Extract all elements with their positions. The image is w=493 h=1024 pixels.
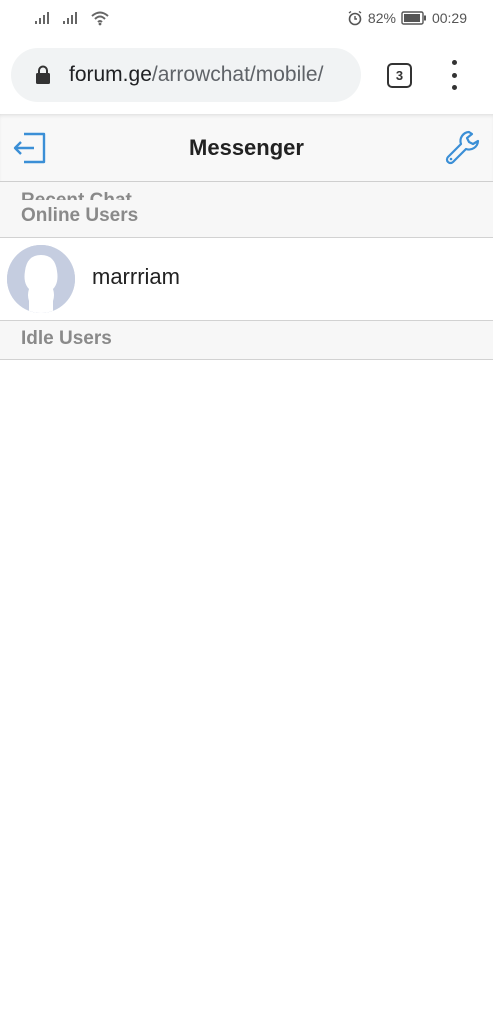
idle-users-label: Idle Users <box>21 328 112 349</box>
cell-signal-2-icon <box>63 12 77 24</box>
section-header-online: Recent Chat Online Users <box>0 182 493 238</box>
status-left <box>34 10 110 26</box>
tab-switcher-button[interactable]: 3 <box>387 63 412 88</box>
default-avatar-icon <box>7 245 75 313</box>
address-bar[interactable]: forum.ge/arrowchat/mobile/ <box>11 48 361 102</box>
user-name: marrriam <box>92 264 180 289</box>
status-right: 82% 00:29 <box>347 10 467 26</box>
browser-menu-button[interactable] <box>443 60 465 90</box>
url-host: forum.ge <box>69 63 152 86</box>
alarm-icon <box>348 10 362 26</box>
avatar <box>7 245 75 313</box>
browser-toolbar: forum.ge/arrowchat/mobile/ 3 <box>0 36 493 114</box>
section-header-idle: Idle Users <box>0 321 493 360</box>
lock-icon <box>36 65 50 84</box>
url-path: /arrowchat/mobile/ <box>151 63 324 86</box>
list-item[interactable]: marrriam <box>0 238 493 321</box>
cell-signal-icon <box>35 12 49 24</box>
battery-icon <box>401 11 426 25</box>
exit-icon[interactable] <box>12 131 48 165</box>
menu-dot-icon <box>451 85 457 90</box>
status-bar: 82% 00:29 <box>0 0 493 36</box>
clock: 00:29 <box>431 10 467 26</box>
recent-chat-label: Recent Chat <box>21 188 132 200</box>
app-header: Messenger <box>0 114 493 182</box>
online-users-label: Online Users <box>21 205 139 226</box>
wifi-icon <box>91 11 109 26</box>
battery-percent: 82% <box>367 10 396 26</box>
menu-dot-icon <box>451 60 457 65</box>
menu-dot-icon <box>451 72 457 78</box>
page-title: Messenger <box>189 134 304 160</box>
wrench-icon[interactable] <box>444 129 482 167</box>
url-text: forum.ge/arrowchat/mobile/ <box>69 63 323 87</box>
